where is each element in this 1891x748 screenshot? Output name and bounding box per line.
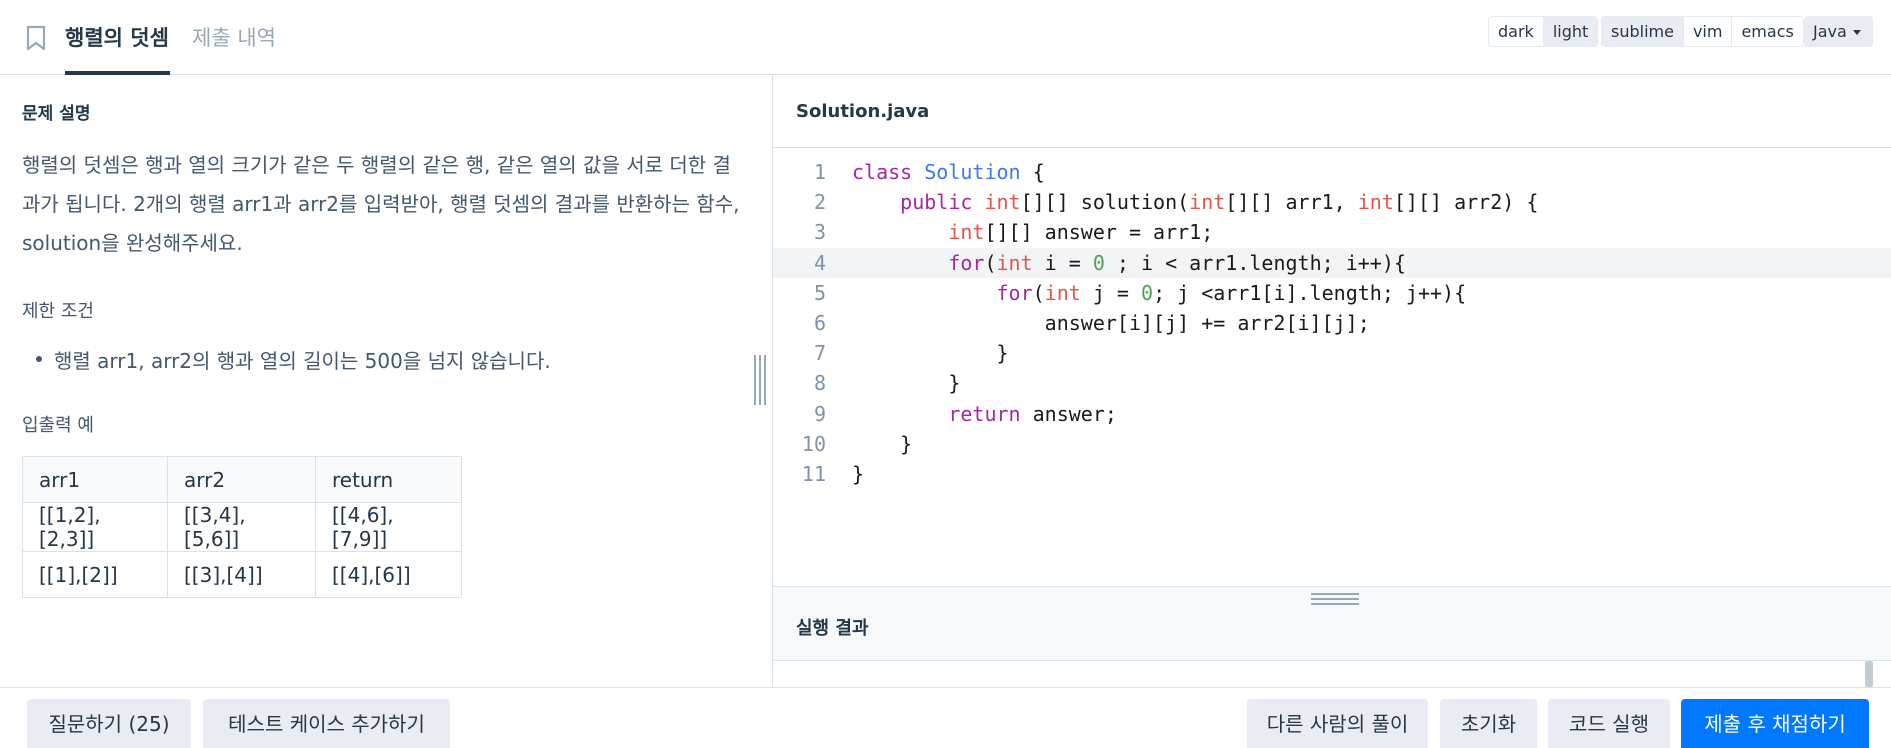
table-row: [[1],[2]] [[3],[4]] [[4],[6]]: [22, 551, 462, 598]
line-number: 6: [813, 311, 826, 335]
code-text[interactable]: for(int j = 0; j <arr1[i].length; j++){: [852, 278, 1467, 308]
constraint-text: 행렬 arr1, arr2의 행과 열의 길이는 500을 넘지 않습니다.: [54, 349, 551, 373]
code-text[interactable]: public int[][] solution(int[][] arr1, in…: [852, 187, 1538, 217]
line-number: 11: [801, 462, 826, 486]
code-line[interactable]: 9 return answer;: [773, 399, 1891, 429]
tab-problem[interactable]: 행렬의 덧셈: [65, 22, 169, 52]
table-header-row: arr1 arr2 return: [22, 456, 462, 503]
table-cell: [[3,4],[5,6]]: [167, 502, 316, 552]
editor-header: Solution.java: [773, 75, 1891, 148]
caret-down-icon: [1852, 30, 1861, 35]
theme-dark-button[interactable]: dark: [1489, 17, 1544, 46]
code-text[interactable]: return answer;: [852, 399, 1117, 429]
code-text[interactable]: for(int i = 0 ; i < arr1.length; i++){: [852, 248, 1406, 278]
submit-button[interactable]: 제출 후 채점하기: [1681, 699, 1869, 748]
problem-section-title: 문제 설명: [22, 104, 91, 124]
run-code-button[interactable]: 코드 실행: [1548, 699, 1670, 748]
code-text[interactable]: class Solution {: [852, 157, 1045, 187]
line-number: 7: [813, 341, 826, 366]
table-cell: [[4],[6]]: [315, 551, 462, 598]
table-row: [[1,2],[2,3]] [[3,4],[5,6]] [[4,6],[7,9]…: [22, 502, 462, 552]
code-line[interactable]: 5 for(int j = 0; j <arr1[i].length; j++)…: [773, 278, 1891, 308]
line-number: 3: [813, 220, 826, 245]
file-name: Solution.java: [796, 101, 930, 122]
table-cell: [[1],[2]]: [22, 551, 168, 598]
table-cell: [[1,2],[2,3]]: [22, 502, 168, 552]
code-editor[interactable]: 1 class Solution {2 public int[][] soluti…: [773, 149, 1891, 661]
theme-light-button[interactable]: light: [1543, 17, 1598, 46]
code-text[interactable]: int[][] answer = arr1;: [852, 217, 1213, 247]
table-cell: [[4,6],[7,9]]: [315, 502, 462, 552]
table-header-cell: arr2: [167, 456, 316, 503]
code-line[interactable]: 7 }: [773, 338, 1891, 368]
code-line[interactable]: 3 int[][] answer = arr1;: [773, 217, 1891, 247]
code-line[interactable]: 4 for(int i = 0 ; i < arr1.length; i++){: [773, 247, 1891, 278]
others-solution-button[interactable]: 다른 사람의 풀이: [1247, 699, 1428, 748]
result-title: 실행 결과: [796, 618, 869, 639]
language-select[interactable]: Java: [1804, 16, 1873, 47]
line-number: 1: [813, 160, 826, 184]
line-number: 4: [813, 250, 826, 275]
line-number: 5: [813, 280, 826, 305]
code-line[interactable]: 8 }: [773, 368, 1891, 398]
editor-panel: Solution.java 1 class Solution {2 public …: [773, 75, 1891, 687]
line-number: 9: [813, 401, 826, 426]
keymap-sublime-button[interactable]: sublime: [1602, 17, 1684, 46]
code-line[interactable]: 1 class Solution {: [773, 157, 1891, 187]
bottom-bar: 질문하기 (25) 테스트 케이스 추가하기 다른 사람의 풀이 초기화 코드 …: [0, 687, 1891, 748]
code-text[interactable]: }: [852, 338, 1008, 368]
code-text[interactable]: }: [852, 368, 960, 398]
bookmark-icon[interactable]: [25, 25, 47, 51]
constraint-item: 행렬 arr1, arr2의 행과 열의 길이는 500을 넘지 않습니다.: [36, 345, 551, 374]
vertical-resize-handle[interactable]: [754, 355, 768, 405]
examples-table: arr1 arr2 return [[1,2],[2,3]] [[3,4],[5…: [22, 456, 462, 598]
problem-panel: 문제 설명 행렬의 덧셈은 행과 열의 크기가 같은 두 행렬의 같은 행, 같…: [0, 75, 772, 687]
tab-submissions[interactable]: 제출 내역: [192, 22, 276, 52]
constraints-title: 제한 조건: [22, 301, 94, 322]
table-header-cell: return: [315, 456, 462, 503]
result-header: 실행 결과: [773, 586, 1891, 661]
table-cell: [[3],[4]]: [167, 551, 316, 598]
language-select-label: Java: [1813, 22, 1847, 41]
code-text[interactable]: answer[i][j] += arr2[i][j];: [852, 308, 1370, 338]
examples-title: 입출력 예: [22, 415, 94, 436]
theme-toggle-group: dark light: [1488, 16, 1599, 47]
code-line[interactable]: 11}: [773, 459, 1891, 489]
code-line[interactable]: 2 public int[][] solution(int[][] arr1, …: [773, 187, 1891, 217]
keymap-toggle-group: sublime vim emacs: [1601, 16, 1804, 47]
code-line[interactable]: 10 }: [773, 429, 1891, 459]
line-number: 8: [813, 371, 826, 396]
result-scrollbar[interactable]: [1865, 661, 1873, 687]
code-line[interactable]: 6 answer[i][j] += arr2[i][j];: [773, 308, 1891, 338]
question-button[interactable]: 질문하기 (25): [27, 699, 191, 748]
problem-description: 행렬의 덧셈은 행과 열의 크기가 같은 두 행렬의 같은 행, 같은 열의 값…: [22, 153, 740, 255]
top-bar: 행렬의 덧셈 제출 내역 dark light sublime vim emac…: [0, 0, 1891, 75]
code-text[interactable]: }: [852, 429, 912, 459]
keymap-emacs-button[interactable]: emacs: [1732, 17, 1803, 46]
table-header-cell: arr1: [22, 456, 168, 503]
line-number: 2: [813, 190, 826, 215]
add-testcase-button[interactable]: 테스트 케이스 추가하기: [203, 699, 450, 748]
line-number: 10: [801, 431, 826, 456]
bullet-icon: [36, 356, 42, 362]
keymap-vim-button[interactable]: vim: [1683, 17, 1733, 46]
reset-button[interactable]: 초기화: [1440, 699, 1537, 748]
code-text[interactable]: }: [852, 459, 864, 489]
horizontal-resize-handle[interactable]: [1311, 593, 1359, 605]
